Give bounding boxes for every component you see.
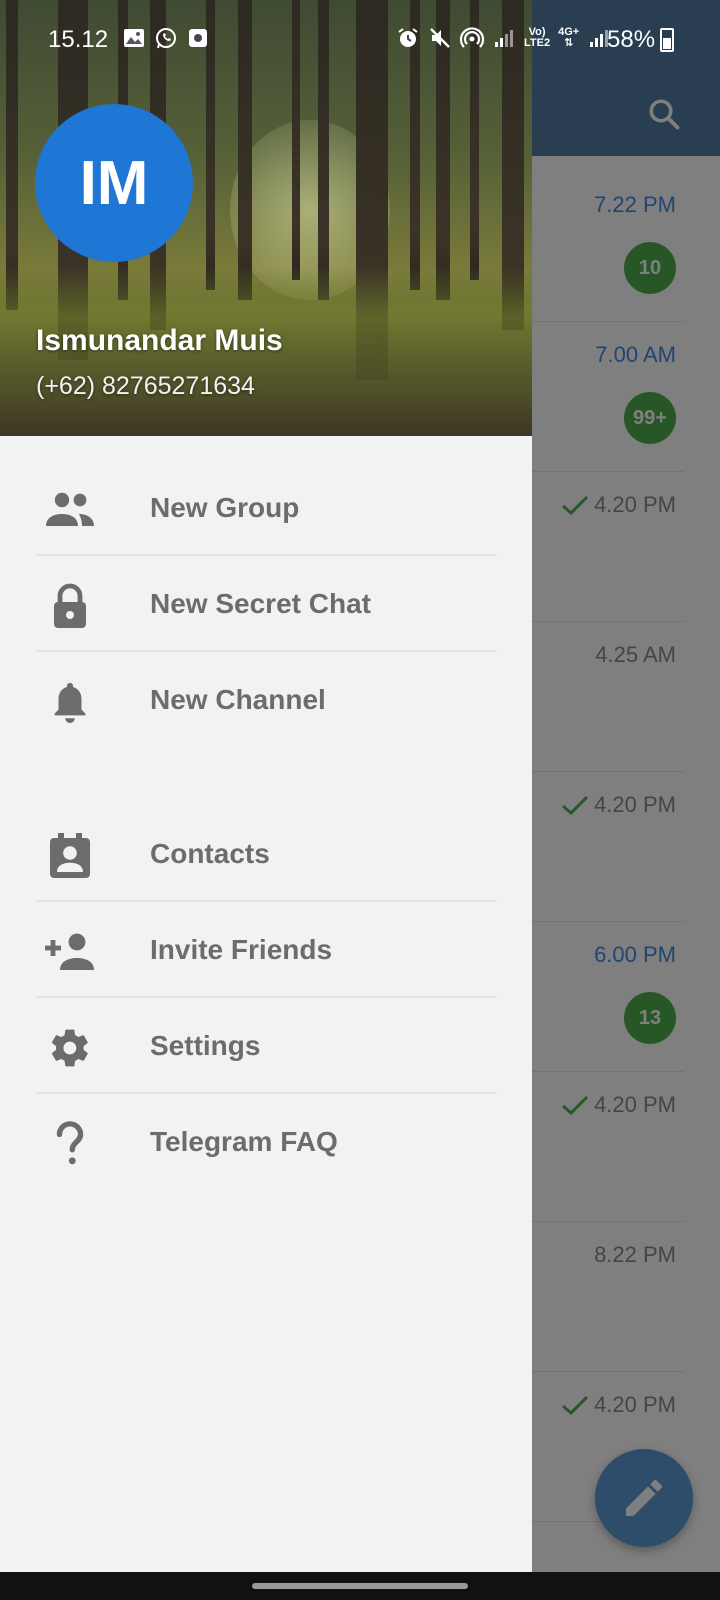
user-name: Ismunandar Muis xyxy=(36,324,283,357)
volte-indicator: Vo) LTE2 xyxy=(524,26,551,49)
user-phone: (+62) 82765271634 xyxy=(36,372,255,400)
navigation-drawer: IM Ismunandar Muis (+62) 82765271634 New… xyxy=(0,0,532,1572)
alarm-icon xyxy=(398,28,418,47)
battery-icon xyxy=(660,28,674,52)
battery-percent: 58% xyxy=(607,26,656,53)
menu-label: New Secret Chat xyxy=(150,588,371,619)
menu-item-new-secret-chat[interactable]: New Secret Chat xyxy=(0,556,532,652)
menu-item-new-group[interactable]: New Group xyxy=(0,460,532,556)
question-icon xyxy=(56,1121,84,1165)
menu-item-new-channel[interactable]: New Channel xyxy=(0,652,532,748)
status-time: 15.12 xyxy=(48,26,109,53)
menu-label: Contacts xyxy=(150,838,270,869)
whatsapp-icon xyxy=(156,28,176,49)
contacts-icon xyxy=(50,833,90,878)
menu-item-contacts[interactable]: Contacts xyxy=(0,806,532,902)
menu-label: Settings xyxy=(150,1030,261,1061)
app-notification-icon xyxy=(189,29,207,47)
mute-icon xyxy=(430,28,450,48)
gear-icon xyxy=(51,1029,88,1067)
menu-label: Invite Friends xyxy=(150,934,333,965)
menu-label: New Channel xyxy=(150,684,326,715)
menu-item-invite-friends[interactable]: Invite Friends xyxy=(0,902,532,998)
menu-item-settings[interactable]: Settings xyxy=(0,998,532,1094)
hotspot-icon xyxy=(460,27,484,48)
menu-label: Telegram FAQ xyxy=(150,1126,338,1157)
menu-item-telegram-faq[interactable]: Telegram FAQ xyxy=(0,1094,532,1190)
signal-icon xyxy=(495,30,513,47)
avatar[interactable]: IM xyxy=(35,104,193,262)
add-person-icon xyxy=(45,933,94,970)
lock-icon xyxy=(54,583,86,628)
status-bar: 15.12 Vo) LTE2 4G+ ⇅ 58% xyxy=(0,0,720,58)
gesture-handle[interactable] xyxy=(252,1583,468,1589)
bell-icon xyxy=(54,682,86,724)
drawer-header: IM Ismunandar Muis (+62) 82765271634 xyxy=(0,0,532,436)
group-icon xyxy=(46,492,94,526)
network-type-indicator: 4G+ ⇅ xyxy=(558,26,580,49)
gallery-icon xyxy=(124,29,144,47)
menu-label: New Group xyxy=(150,492,300,523)
